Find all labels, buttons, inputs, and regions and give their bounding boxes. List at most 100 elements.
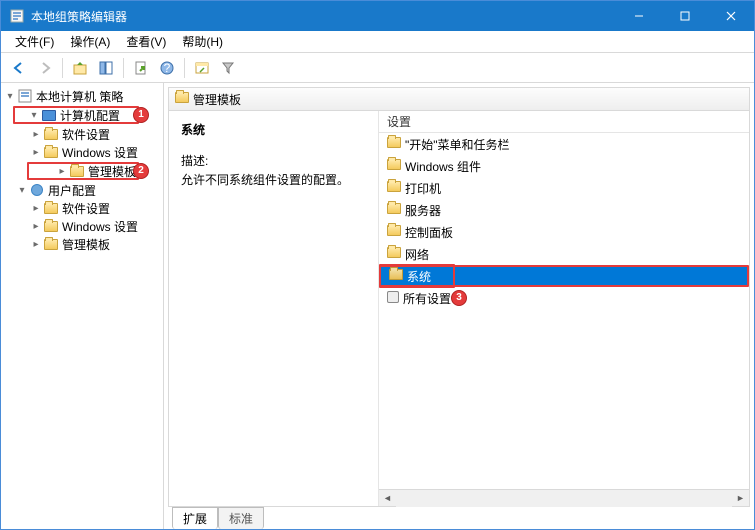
content-header-label: 管理模板 — [193, 91, 241, 108]
tree-pane[interactable]: ▾ 本地计算机 策略 ▾ 计算机配置 1 ▸ 软件设置 ▸ Windows 设置… — [1, 83, 164, 529]
menu-help[interactable]: 帮助(H) — [174, 31, 231, 52]
folder-icon — [387, 137, 401, 151]
list-item-label: Windows 组件 — [405, 158, 481, 175]
show-hide-tree-button[interactable] — [94, 56, 118, 80]
workspace: ▾ 本地计算机 策略 ▾ 计算机配置 1 ▸ 软件设置 ▸ Windows 设置… — [1, 83, 754, 529]
detail-title: 系统 — [181, 121, 366, 138]
expand-icon[interactable]: ▸ — [29, 129, 43, 140]
menu-action[interactable]: 操作(A) — [62, 31, 118, 52]
tree-item[interactable]: ▸ 软件设置 — [3, 199, 161, 217]
tab-label: 标准 — [229, 512, 253, 526]
list-item-label: "开始"菜单和任务栏 — [405, 136, 510, 153]
content-pane: 管理模板 系统 描述: 允许不同系统组件设置的配置。 设置 "开始"菜单和任务栏… — [164, 83, 754, 529]
expand-icon[interactable]: ▸ — [29, 239, 43, 250]
window-title: 本地组策略编辑器 — [31, 8, 616, 25]
scroll-track[interactable] — [396, 490, 732, 507]
export-button[interactable] — [129, 56, 153, 80]
collapse-icon[interactable]: ▾ — [27, 110, 41, 121]
expand-icon[interactable]: ▸ — [29, 221, 43, 232]
expand-icon[interactable]: ▸ — [29, 147, 43, 158]
annotation-badge-1: 1 — [133, 107, 149, 123]
filter-button[interactable] — [216, 56, 240, 80]
list-item-label: 所有设置 — [403, 290, 451, 307]
menu-view[interactable]: 查看(V) — [118, 31, 174, 52]
folder-icon — [387, 159, 401, 173]
tree-item-label: Windows 设置 — [62, 144, 138, 161]
list-item-label: 控制面板 — [405, 224, 453, 241]
tree-item-label: 管理模板 — [62, 236, 110, 253]
svg-text:?: ? — [164, 61, 171, 75]
toolbar-separator — [123, 58, 124, 78]
toolbar-separator — [184, 58, 185, 78]
titlebar: 本地组策略编辑器 — [1, 1, 754, 31]
content-header[interactable]: 管理模板 — [168, 87, 750, 111]
tab-label: 扩展 — [183, 512, 207, 526]
folder-icon — [175, 92, 189, 106]
horizontal-scrollbar[interactable]: ◄ ► — [379, 489, 749, 506]
folder-icon — [387, 203, 401, 217]
list-item-label: 服务器 — [405, 202, 441, 219]
folder-icon — [387, 225, 401, 239]
tree-computer-label: 计算机配置 — [60, 107, 120, 124]
folder-icon — [43, 200, 59, 216]
list-item-label: 系统 — [407, 268, 431, 285]
detail-pane: 系统 描述: 允许不同系统组件设置的配置。 — [169, 111, 379, 506]
tree-user-config[interactable]: ▾ 用户配置 — [3, 181, 161, 199]
tree-item-label: Windows 设置 — [62, 218, 138, 235]
up-button[interactable] — [68, 56, 92, 80]
list-item-all-settings[interactable]: 所有设置 — [379, 287, 749, 309]
expand-icon[interactable]: ▸ — [29, 203, 43, 214]
scroll-right-icon[interactable]: ► — [732, 490, 749, 507]
maximize-button[interactable] — [662, 1, 708, 31]
toolbar-separator — [62, 58, 63, 78]
toolbar: ? — [1, 53, 754, 83]
folder-icon — [387, 181, 401, 195]
list-item[interactable]: "开始"菜单和任务栏 — [379, 133, 749, 155]
item-list[interactable]: "开始"菜单和任务栏 Windows 组件 打印机 服务器 控制面板 网络 系统… — [379, 133, 749, 489]
list-item[interactable]: 控制面板 — [379, 221, 749, 243]
scroll-left-icon[interactable]: ◄ — [379, 490, 396, 507]
list-item[interactable]: 网络 — [379, 243, 749, 265]
tab-extended[interactable]: 扩展 — [172, 507, 218, 529]
expand-icon[interactable]: ▸ — [55, 166, 69, 177]
tree-item[interactable]: ▸ Windows 设置 — [3, 143, 161, 161]
tree-admin-templates[interactable]: ▸ 管理模板 — [27, 162, 139, 180]
view-tabs: 扩展 标准 — [168, 507, 750, 529]
folder-icon — [43, 144, 59, 160]
annotation-badge-2: 2 — [133, 163, 149, 179]
window-buttons — [616, 1, 754, 31]
list-item[interactable]: Windows 组件 — [379, 155, 749, 177]
options-button[interactable] — [190, 56, 214, 80]
collapse-icon[interactable]: ▾ — [3, 91, 17, 102]
tree-root-label: 本地计算机 策略 — [36, 88, 123, 105]
folder-icon — [389, 269, 403, 283]
help-button[interactable]: ? — [155, 56, 179, 80]
tree-item[interactable]: ▸ 管理模板 — [3, 235, 161, 253]
detail-desc-label: 描述: — [181, 152, 366, 169]
tree-item-label: 软件设置 — [62, 200, 110, 217]
tree-root[interactable]: ▾ 本地计算机 策略 — [3, 87, 161, 105]
tab-standard[interactable]: 标准 — [218, 507, 264, 529]
tree-item-label: 软件设置 — [62, 126, 110, 143]
tree-item[interactable]: ▸ Windows 设置 — [3, 217, 161, 235]
forward-button[interactable] — [33, 56, 57, 80]
back-button[interactable] — [7, 56, 31, 80]
list-item-selected[interactable]: 系统 — [379, 265, 749, 287]
minimize-button[interactable] — [616, 1, 662, 31]
tree-item-label: 管理模板 — [88, 163, 136, 180]
close-button[interactable] — [708, 1, 754, 31]
list-item[interactable]: 打印机 — [379, 177, 749, 199]
detail-desc: 允许不同系统组件设置的配置。 — [181, 171, 366, 188]
tree-item[interactable]: ▸ 软件设置 — [3, 125, 161, 143]
app-icon — [9, 8, 25, 24]
menubar: 文件(F) 操作(A) 查看(V) 帮助(H) — [1, 31, 754, 53]
menu-file[interactable]: 文件(F) — [7, 31, 62, 52]
list-item[interactable]: 服务器 — [379, 199, 749, 221]
column-header[interactable]: 设置 — [379, 111, 749, 133]
user-icon — [29, 182, 45, 198]
folder-icon — [43, 218, 59, 234]
folder-icon — [43, 236, 59, 252]
annotation-badge-3: 3 — [451, 290, 467, 306]
collapse-icon[interactable]: ▾ — [15, 185, 29, 196]
tree-computer-config[interactable]: ▾ 计算机配置 — [13, 106, 139, 124]
